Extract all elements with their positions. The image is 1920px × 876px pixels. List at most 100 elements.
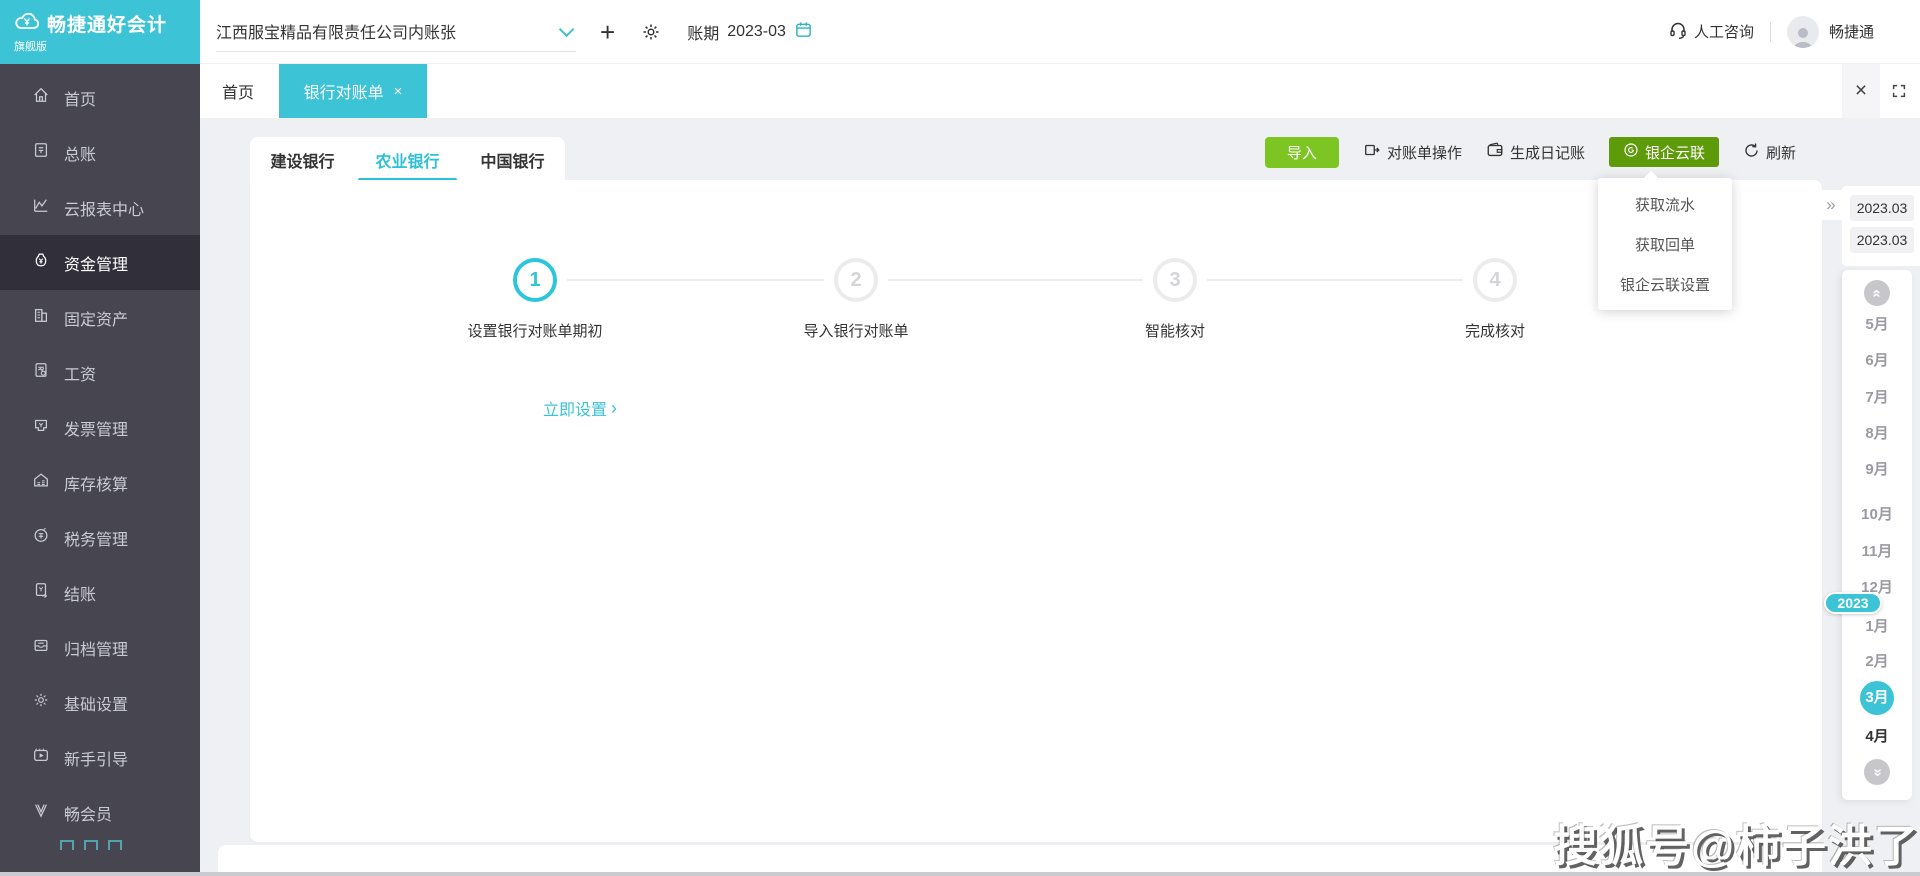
month-item-7[interactable]: 7月: [1842, 386, 1912, 410]
sidebar-item-partial[interactable]: [0, 840, 200, 850]
sidebar-item-general-ledger[interactable]: 总账: [0, 125, 200, 180]
scroll-down-button[interactable]: «: [1864, 759, 1890, 785]
sidebar-item-label: 结账: [64, 581, 96, 605]
refresh-button[interactable]: 刷新: [1743, 142, 1796, 163]
tab-label: 银行对账单: [304, 79, 384, 103]
button-label: 刷新: [1766, 142, 1796, 163]
import-button[interactable]: 导入: [1265, 137, 1339, 168]
accounting-period[interactable]: 账期 2023-03: [687, 20, 813, 44]
chart-icon: [32, 196, 50, 219]
bank-tab-ccb[interactable]: 建设银行: [250, 137, 355, 182]
ledger-icon: [32, 141, 50, 164]
sidebar-item-label: 固定资产: [64, 306, 128, 330]
step-2-label: 导入银行对账单: [706, 320, 1006, 341]
archive-icon: [32, 636, 50, 659]
window-bottom-edge: [0, 872, 1920, 876]
company-selector[interactable]: 江西服宝精品有限责任公司内账张: [216, 12, 576, 52]
app-title: 畅捷通好会计: [47, 10, 167, 37]
period-label: 账期: [687, 20, 719, 44]
month-item-1[interactable]: 1月: [1842, 615, 1912, 639]
sidebar-item-salary[interactable]: 工资: [0, 345, 200, 400]
avatar[interactable]: [1787, 16, 1819, 48]
selected-period-chip[interactable]: 2023.03: [1850, 227, 1914, 253]
sidebar-item-label: 基础设置: [64, 691, 128, 715]
double-chevron-down-icon: «: [1869, 768, 1886, 776]
generate-journal-button[interactable]: 生成日记账: [1486, 141, 1585, 163]
month-item-9[interactable]: 9月: [1842, 458, 1912, 482]
sidebar-item-label: 税务管理: [64, 526, 128, 550]
statement-operations-button[interactable]: 对账单操作: [1363, 141, 1462, 163]
sidebar-item-home[interactable]: 首页: [0, 70, 200, 125]
month-item-6[interactable]: 6月: [1842, 349, 1912, 373]
tab-home[interactable]: 首页: [208, 64, 268, 118]
sidebar-item-fixed-assets[interactable]: 固定资产: [0, 290, 200, 345]
tab-bank-statement[interactable]: 银行对账单 ×: [279, 64, 427, 118]
sidebar-item-settings[interactable]: 基础设置: [0, 675, 200, 730]
period-value: 2023-03: [727, 23, 786, 41]
period-display: 2023.03 2023.03: [1842, 186, 1920, 266]
month-item-5[interactable]: 5月: [1842, 313, 1912, 337]
sidebar-item-settle[interactable]: 结账: [0, 565, 200, 620]
invoice-icon: [32, 416, 50, 439]
window-tab-bar: 首页 银行对账单 × ×: [200, 64, 1920, 118]
play-video-icon: [32, 746, 50, 769]
current-period-chip[interactable]: 2023.03: [1850, 195, 1914, 221]
sidebar-item-label: 畅会员: [64, 801, 112, 825]
sidebar-item-label: 首页: [64, 86, 96, 110]
sidebar-item-archive[interactable]: 归档管理: [0, 620, 200, 675]
sidebar-item-label: 新手引导: [64, 746, 128, 770]
step-1-circle: 1: [513, 258, 557, 302]
button-label: 银企云联: [1645, 142, 1705, 163]
collapse-panel-handle[interactable]: »: [1816, 190, 1846, 220]
settings-gear-icon[interactable]: [641, 22, 661, 42]
tax-icon: [32, 526, 50, 549]
menu-item-cloud-settings[interactable]: 银企云联设置: [1598, 264, 1732, 304]
bank-tab-abc[interactable]: 农业银行: [355, 137, 460, 182]
sidebar-item-funds-management[interactable]: 资金管理: [0, 235, 200, 290]
scroll-up-button[interactable]: «: [1864, 280, 1890, 306]
chevron-down-icon: [559, 21, 575, 37]
step-2-circle: 2: [834, 258, 878, 302]
add-account-set-button[interactable]: +: [600, 22, 615, 42]
app-logo[interactable]: 畅捷通好会计 旗舰版: [0, 0, 200, 64]
step-connector: [1207, 279, 1463, 281]
bank-cloud-button[interactable]: 银企云联: [1609, 137, 1719, 167]
sidebar-item-label: 资金管理: [64, 251, 128, 275]
divider: [1770, 22, 1771, 42]
sidebar-item-invoice[interactable]: 发票管理: [0, 400, 200, 455]
month-item-4[interactable]: 4月: [1842, 725, 1912, 749]
month-item-8[interactable]: 8月: [1842, 422, 1912, 446]
fullscreen-icon[interactable]: [1880, 64, 1918, 118]
button-label: 对账单操作: [1387, 142, 1462, 163]
bank-tab-boc[interactable]: 中国银行: [460, 137, 565, 182]
app-edition: 旗舰版: [14, 38, 200, 54]
sidebar-menu: 首页 总账 云报表中心 资金管理 固定资产 工资 发票管理 库存核算: [0, 64, 200, 850]
money-bag-icon: [32, 251, 50, 274]
menu-item-fetch-receipt[interactable]: 获取回单: [1598, 224, 1732, 264]
sidebar-item-member[interactable]: 畅会员: [0, 785, 200, 840]
salary-icon: [32, 361, 50, 384]
month-item-10[interactable]: 10月: [1842, 503, 1912, 527]
support-link[interactable]: 人工咨询: [1668, 20, 1754, 44]
close-all-button[interactable]: ×: [1842, 64, 1880, 118]
sidebar-item-guide[interactable]: 新手引导: [0, 730, 200, 785]
home-icon: [32, 86, 50, 109]
refresh-icon: [1743, 142, 1760, 163]
step-connector: [888, 279, 1143, 281]
sidebar: 畅捷通好会计 旗舰版 首页 总账 云报表中心 资金管理 固定资产 工资: [0, 0, 200, 876]
toolbar: 导入 对账单操作 生成日记账 银企云联 刷新: [1265, 136, 1796, 168]
menu-item-fetch-flow[interactable]: 获取流水: [1598, 184, 1732, 224]
bank-tabs: 建设银行 农业银行 中国银行: [250, 137, 565, 182]
sidebar-item-tax[interactable]: 税务管理: [0, 510, 200, 565]
month-item-2[interactable]: 2月: [1842, 650, 1912, 674]
link-label: 立即设置: [543, 396, 607, 420]
sidebar-item-cloud-reports[interactable]: 云报表中心: [0, 180, 200, 235]
sidebar-item-label: 工资: [64, 361, 96, 385]
username[interactable]: 畅捷通: [1829, 21, 1874, 42]
month-item-11[interactable]: 11月: [1842, 540, 1912, 564]
sidebar-item-label: 总账: [64, 141, 96, 165]
setup-now-link[interactable]: 立即设置 ›: [543, 396, 617, 420]
tab-close-icon[interactable]: ×: [394, 83, 403, 100]
month-item-3-selected[interactable]: 3月: [1860, 681, 1894, 715]
sidebar-item-inventory[interactable]: 库存核算: [0, 455, 200, 510]
